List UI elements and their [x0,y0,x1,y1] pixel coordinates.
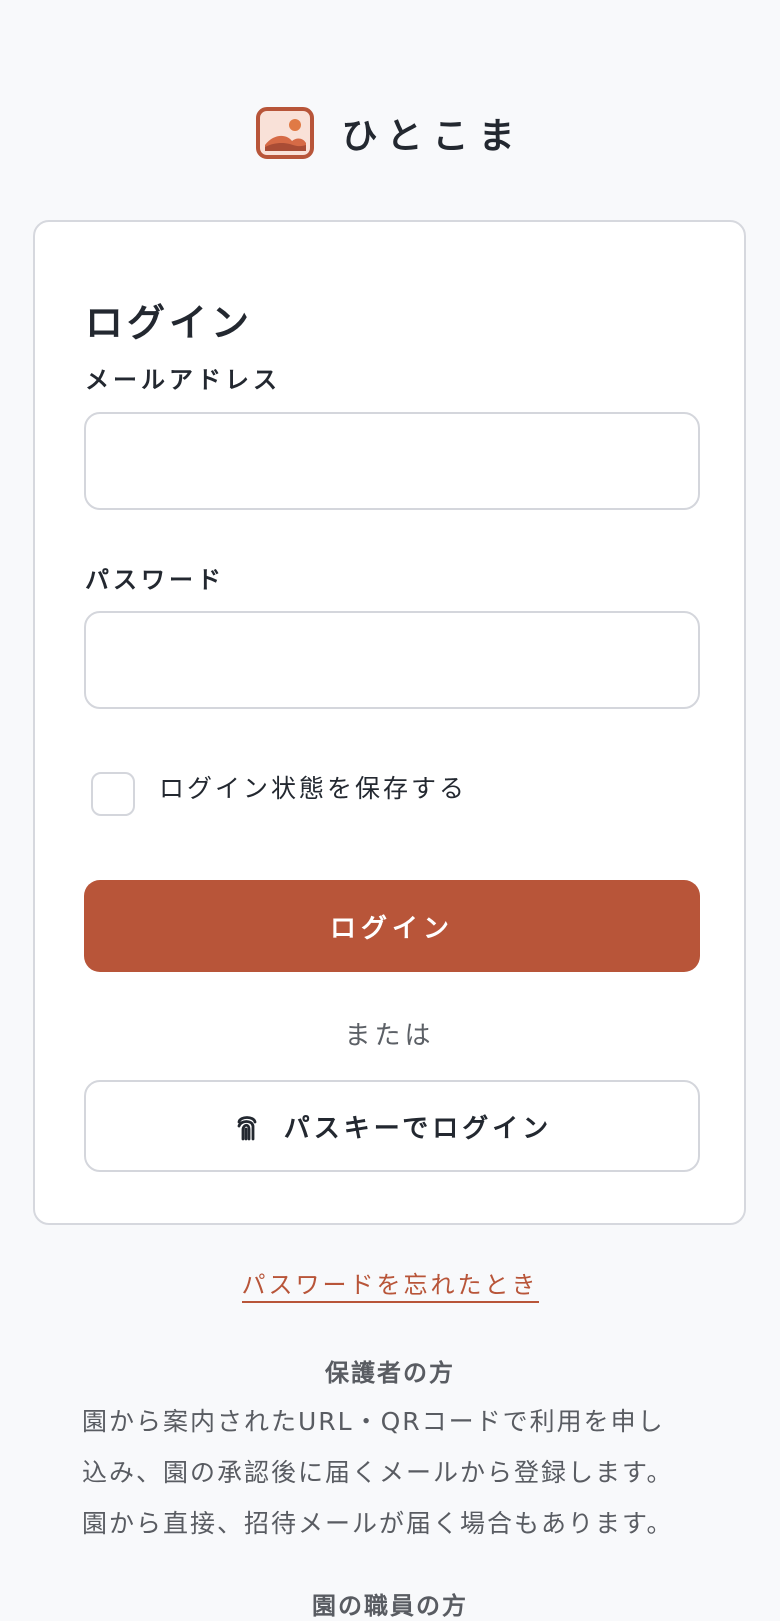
forgot-password-container: パスワードを忘れたとき [0,1265,780,1303]
login-card: ログイン メールアドレス パスワード ログイン状態を保存する ログイン または … [33,220,746,1225]
forgot-password-link[interactable]: パスワードを忘れたとき [241,1271,539,1303]
login-title: ログイン [85,301,254,345]
guardian-section-title: 保護者の方 [325,1359,455,1387]
remember-login-option[interactable]: ログイン状態を保存する [91,772,467,816]
email-field[interactable] [84,412,700,510]
remember-login-label: ログイン状態を保存する [159,774,468,803]
guardian-section-text: 園から案内されたURL・QRコードで利用を申し 込み、園の承認後に届くメールから… [82,1407,674,1538]
photo-frame-logo-icon [255,107,314,159]
fingerprint-icon [237,1116,257,1141]
brand-header: ひとこま [0,104,780,162]
remember-login-checkbox[interactable] [91,772,135,816]
or-divider: または [344,1021,435,1051]
password-label: パスワード [85,566,225,594]
password-field[interactable] [84,611,700,709]
email-label: メールアドレス [85,366,281,394]
login-button[interactable]: ログイン [84,880,700,972]
passkey-login-label: パスキーでログイン [283,1112,553,1143]
passkey-login-button[interactable]: パスキーでログイン [84,1080,700,1172]
staff-section-title: 園の職員の方 [312,1592,468,1620]
app-name: ひとこま [341,116,525,157]
